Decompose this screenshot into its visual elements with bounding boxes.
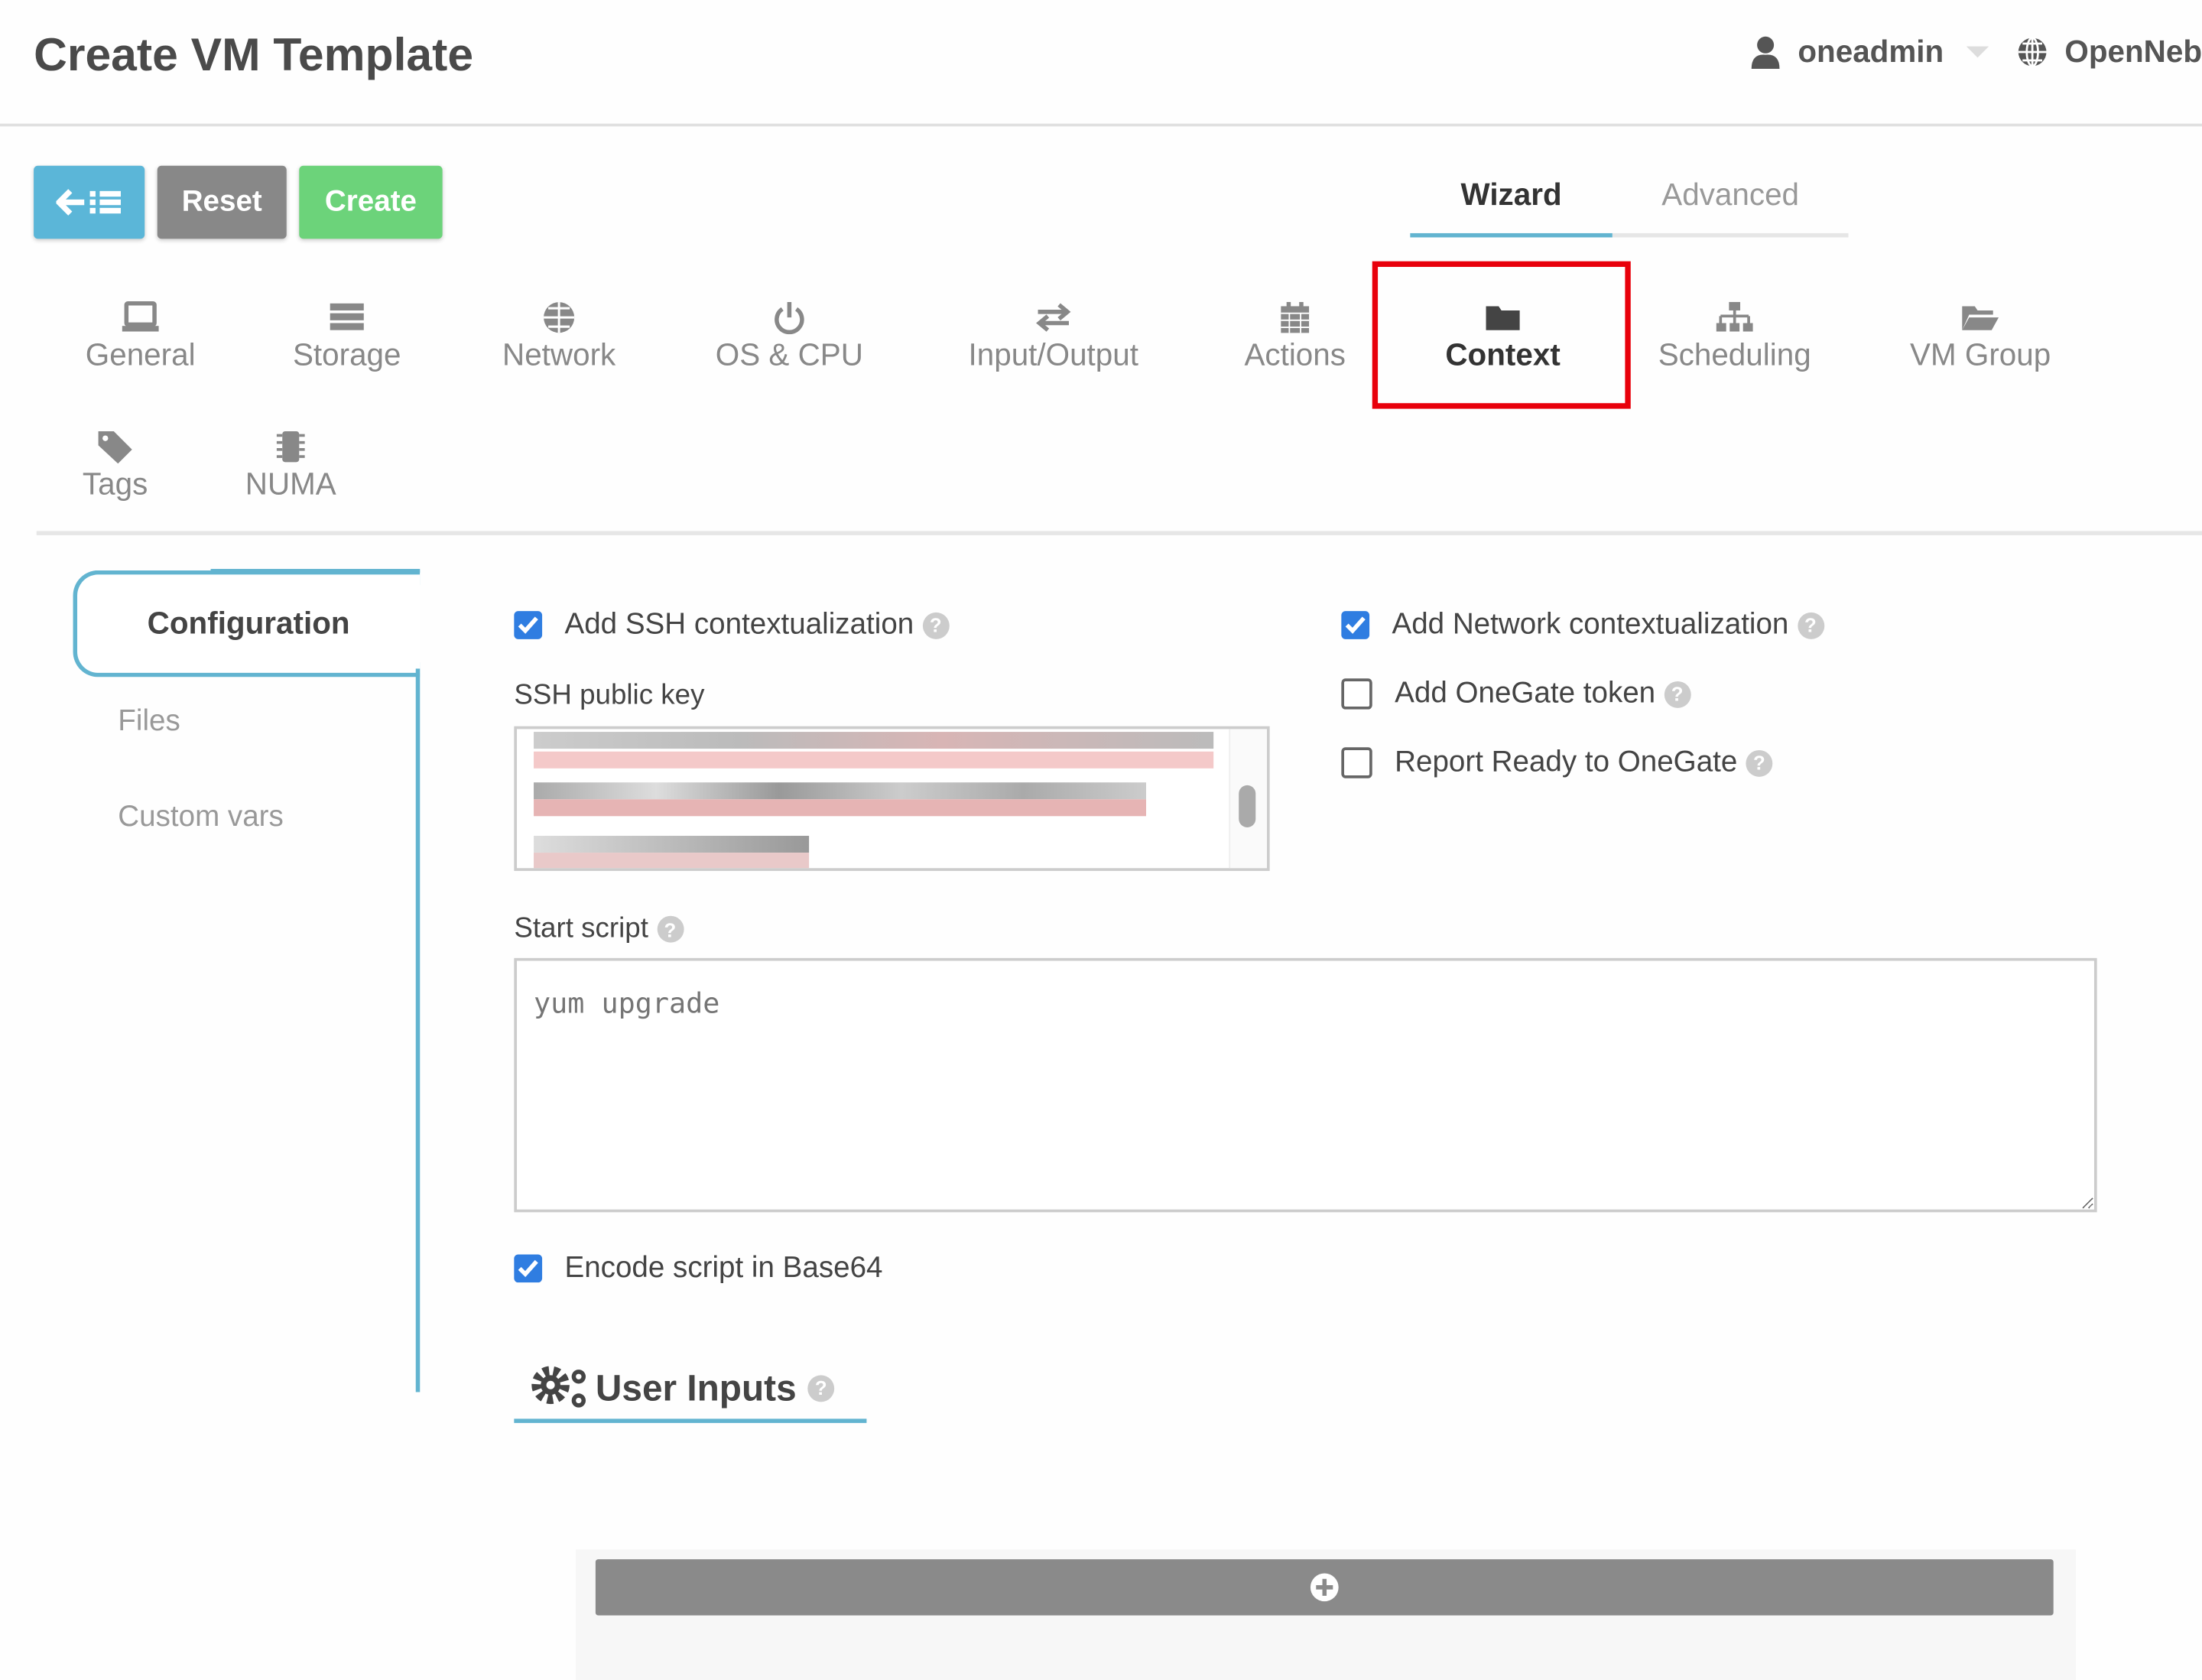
user-menu[interactable]: oneadmin — [1750, 34, 1989, 70]
power-icon — [775, 301, 804, 335]
tab-label: Input/Output — [968, 336, 1138, 372]
onegate-token-checkbox[interactable] — [1341, 678, 1372, 710]
side-tab-custom-vars[interactable]: Custom vars — [118, 801, 284, 834]
user-inputs-title: User Inputs — [595, 1366, 797, 1409]
help-icon[interactable]: ? — [807, 1374, 835, 1402]
tab-input-output[interactable]: Input/Output — [948, 301, 1159, 374]
report-ready-option[interactable]: Report Ready to OneGate ? — [1341, 746, 1773, 779]
back-button[interactable] — [34, 165, 145, 239]
tab-wizard[interactable]: Wizard — [1410, 177, 1613, 238]
tab-label: OS & CPU — [715, 336, 863, 372]
ssh-contextualization-option[interactable]: Add SSH contextualization ? — [514, 608, 950, 642]
tab-scheduling[interactable]: Scheduling — [1629, 301, 1840, 374]
help-icon[interactable]: ? — [922, 612, 950, 639]
tab-numa[interactable]: NUMA — [185, 430, 396, 503]
gears-icon — [531, 1366, 586, 1408]
help-icon[interactable]: ? — [1746, 749, 1773, 776]
globe-icon — [2018, 37, 2047, 67]
tab-label: General — [85, 336, 196, 372]
tab-label: NUMA — [245, 466, 336, 502]
side-tab-border — [415, 668, 421, 1392]
username: oneadmin — [1798, 34, 1944, 70]
help-icon[interactable]: ? — [1664, 681, 1691, 707]
checkbox-label: Add Network contextualization — [1392, 608, 1789, 641]
encode-base64-checkbox[interactable] — [514, 1254, 543, 1283]
side-tab-files[interactable]: Files — [118, 705, 180, 739]
tab-label: Storage — [292, 336, 401, 372]
onegate-token-option[interactable]: Add OneGate token ? — [1341, 677, 1691, 710]
page-title: Create VM Template — [34, 28, 474, 80]
chip-icon — [276, 431, 305, 463]
globe-icon — [544, 302, 575, 333]
tab-advanced[interactable]: Advanced — [1612, 177, 1849, 238]
start-script-label-text: Start script — [514, 913, 648, 944]
ssh-public-key-textarea[interactable] — [514, 726, 1270, 871]
tab-label: Network — [502, 336, 616, 372]
tab-actions[interactable]: Actions — [1190, 301, 1401, 374]
create-button[interactable]: Create — [299, 165, 443, 239]
tab-label: VM Group — [1910, 336, 2051, 372]
folder-open-icon — [1962, 306, 1999, 330]
help-icon[interactable]: ? — [656, 915, 684, 943]
tab-label: Tags — [82, 466, 148, 502]
zone-name: OpenNeb — [2064, 34, 2202, 70]
network-contextualization-option[interactable]: Add Network contextualization ? — [1341, 608, 1824, 642]
user-inputs-header: User Inputs ? — [514, 1357, 867, 1423]
network-contextualization-checkbox[interactable] — [1341, 611, 1370, 639]
tab-general[interactable]: General — [35, 301, 246, 374]
side-tab-configuration[interactable]: Configuration — [73, 570, 421, 678]
tab-label: Scheduling — [1658, 336, 1811, 372]
encode-base64-option[interactable]: Encode script in Base64 — [514, 1252, 882, 1285]
checkbox-label: Add SSH contextualization — [564, 608, 914, 641]
ssh-key-label: SSH public key — [514, 680, 705, 711]
ssh-contextualization-checkbox[interactable] — [514, 611, 543, 639]
tag-icon — [98, 431, 132, 464]
tab-os-cpu[interactable]: OS & CPU — [684, 301, 895, 374]
sitemap-icon — [1716, 301, 1753, 332]
tab-network[interactable]: Network — [453, 301, 664, 374]
tab-storage[interactable]: Storage — [242, 301, 453, 374]
arrow-left-list-icon — [55, 189, 121, 216]
tab-label: Actions — [1244, 336, 1346, 372]
report-ready-checkbox[interactable] — [1341, 747, 1372, 778]
checkbox-label: Encode script in Base64 — [564, 1251, 883, 1285]
calendar-icon — [1281, 301, 1310, 333]
checkbox-label: Report Ready to OneGate — [1395, 746, 1738, 778]
start-script-textarea[interactable] — [514, 957, 2097, 1213]
add-user-input-button[interactable] — [595, 1559, 2054, 1616]
start-script-label: Start script ? — [514, 913, 684, 945]
zone-menu[interactable]: OpenNeb — [2017, 34, 2202, 70]
context-highlight-box — [1372, 261, 1631, 409]
plus-circle-icon — [1310, 1573, 1339, 1602]
database-icon — [330, 303, 364, 330]
checkbox-label: Add OneGate token — [1395, 677, 1656, 710]
tab-vm-group[interactable]: VM Group — [1875, 301, 2086, 374]
tabs-divider — [36, 531, 2202, 535]
user-icon — [1751, 36, 1780, 70]
laptop-icon — [122, 301, 159, 332]
scrollbar[interactable] — [1229, 729, 1267, 869]
reset-button[interactable]: Reset — [157, 165, 287, 239]
help-icon[interactable]: ? — [1797, 612, 1824, 639]
chevron-down-icon — [1966, 46, 1989, 58]
header-divider — [0, 123, 2202, 127]
exchange-icon — [1036, 303, 1071, 332]
